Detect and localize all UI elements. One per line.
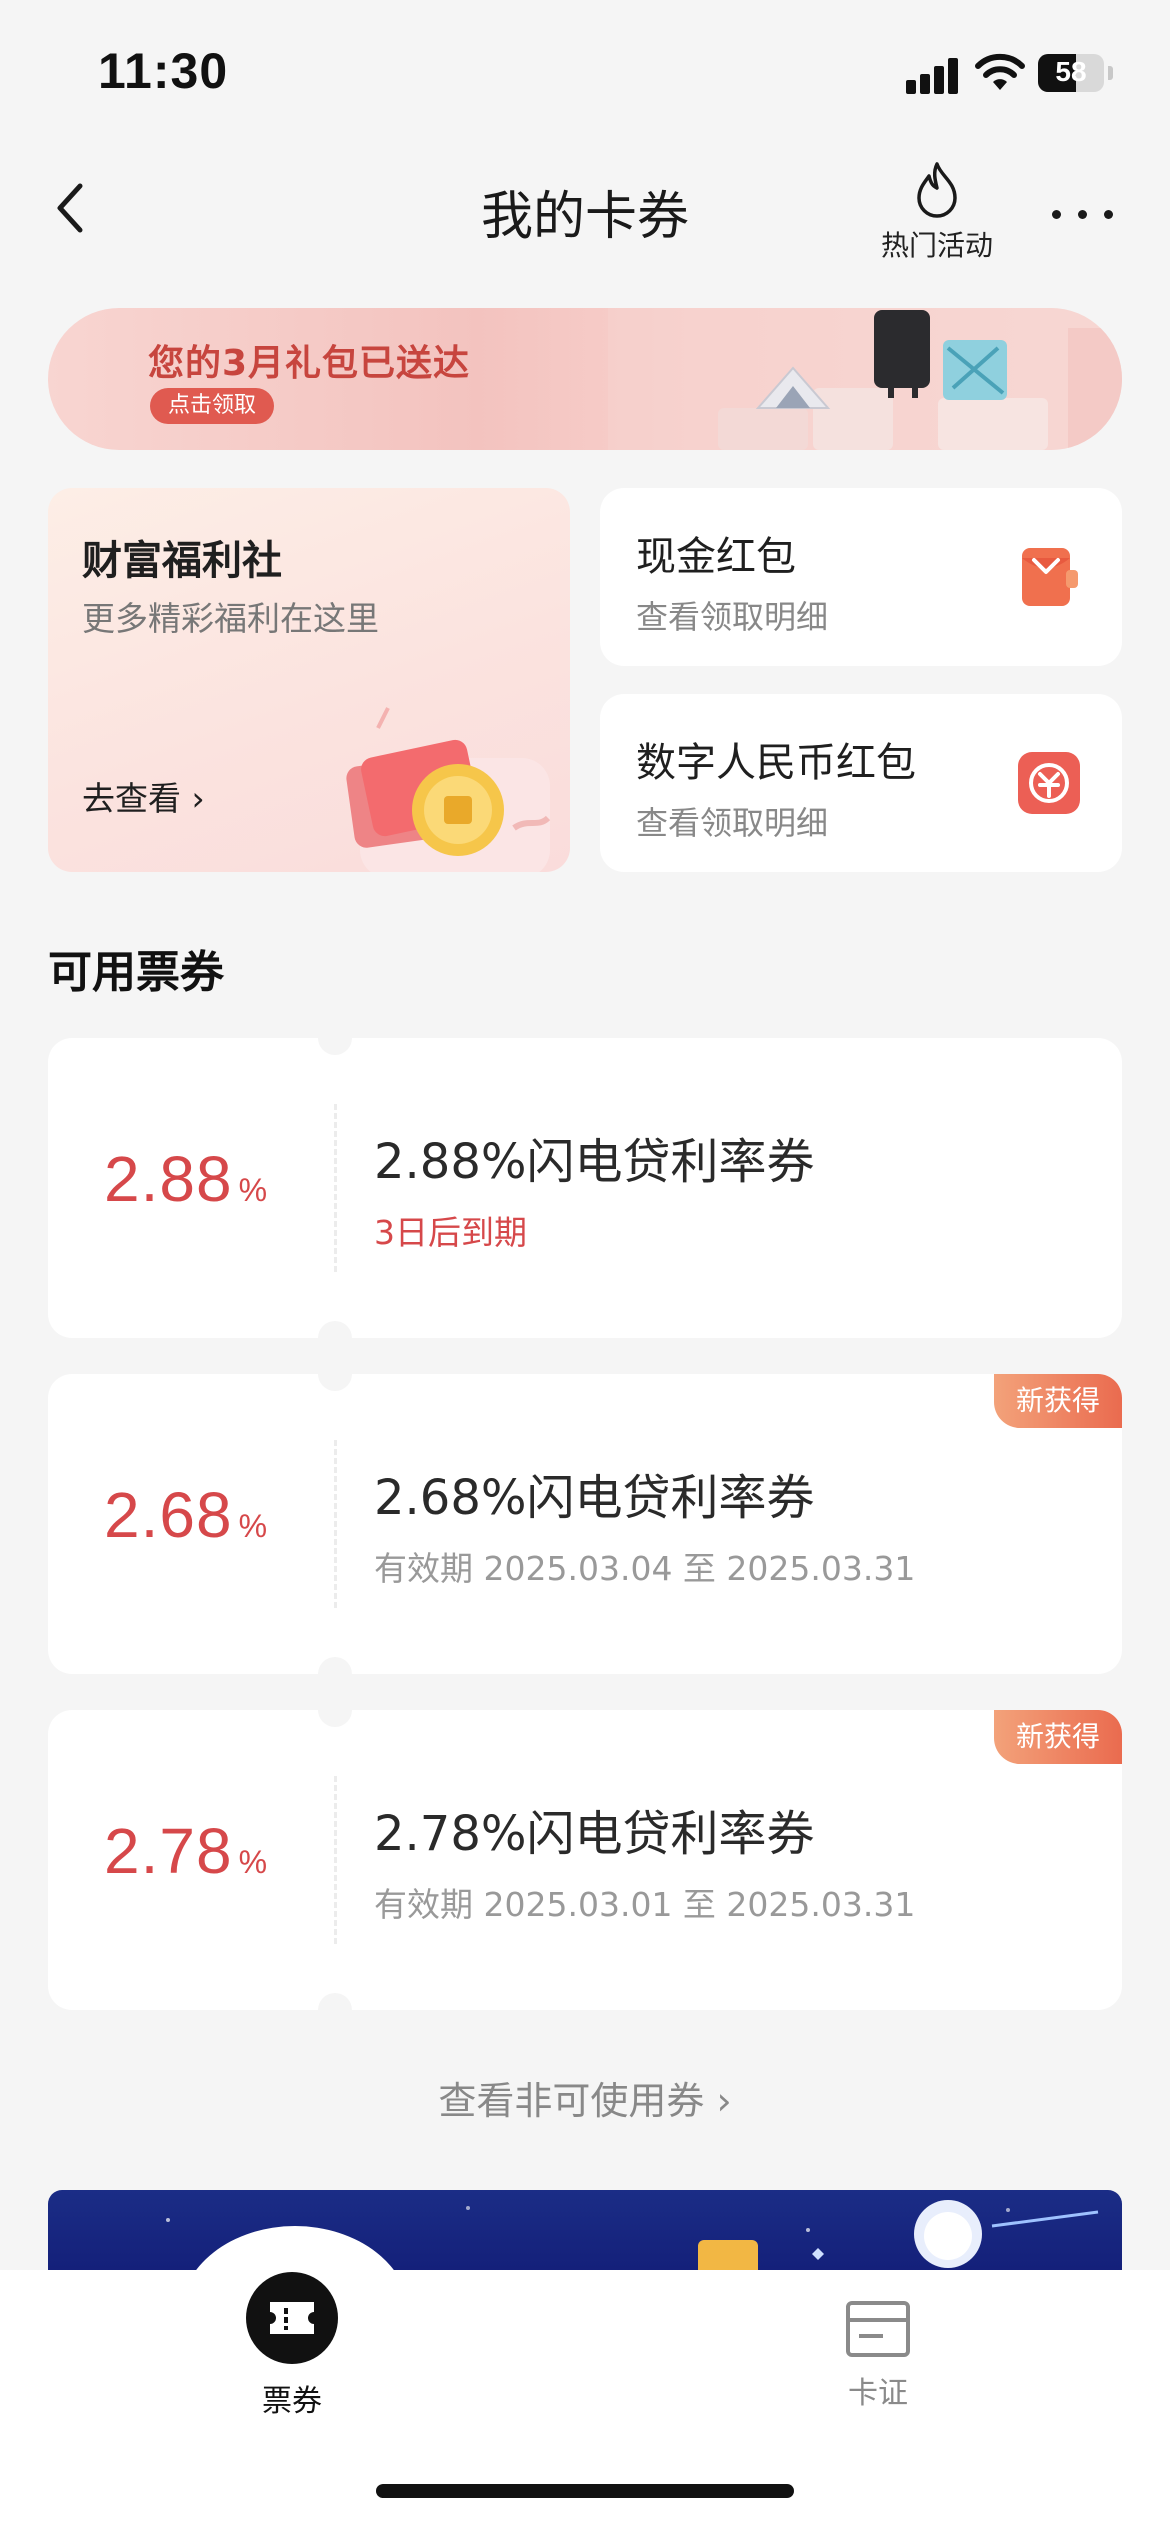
battery-cap (1108, 66, 1113, 80)
coupon-notch (318, 1657, 352, 1691)
status-time: 11:30 (98, 43, 229, 99)
coupon-name: 2.88%闪电贷利率券 (374, 1134, 815, 1190)
gift-illustration (608, 308, 1122, 450)
red-packet-icon (1022, 548, 1078, 606)
digital-rmb-red-packet-title: 数字人民币红包 (636, 740, 916, 786)
ticket-icon (246, 2272, 338, 2364)
welfare-subtitle: 更多精彩福利在这里 (82, 599, 379, 638)
tab-cards-label: 卡证 (848, 2376, 908, 2411)
promo-title: 您的3月礼包已送达 (148, 343, 471, 384)
digital-rmb-red-packet-card[interactable]: 数字人民币红包 查看领取明细 (600, 694, 1122, 872)
coupon-card[interactable]: 2.68% 2.68%闪电贷利率券 有效期 2025.03.04 至 2025.… (48, 1357, 1122, 1691)
tab-cards[interactable]: 卡证 (778, 2300, 978, 2412)
new-badge: 新获得 (993, 1710, 1122, 1764)
coupon-rate-unit: % (238, 1172, 268, 1208)
welfare-club-card[interactable]: 财富福利社 更多精彩福利在这里 去查看 › (48, 488, 570, 872)
cash-red-packet-card[interactable]: 现金红包 查看领取明细 (600, 488, 1122, 666)
coupon-divider (334, 1440, 337, 1608)
hot-activities-label: 热门活动 (880, 229, 993, 262)
digital-rmb-icon (1018, 752, 1080, 814)
coupon-rate-value: 2.78 (104, 1815, 233, 1887)
coupon-rate-value: 2.68 (104, 1479, 233, 1551)
coupon-notch (318, 1993, 352, 2027)
coupon-notch (318, 1321, 352, 1355)
coupon-name: 2.68%闪电贷利率券 (374, 1470, 815, 1526)
coupon-notch (318, 1357, 352, 1391)
coupon-rate: 2.78% (104, 1814, 267, 1888)
wifi-icon (975, 53, 1025, 90)
promo-banner[interactable]: 您的3月礼包已送达 点击领取 (48, 308, 1122, 450)
home-indicator (376, 2484, 794, 2498)
coupon-rate-value: 2.88 (104, 1143, 233, 1215)
coupon-card[interactable]: 2.78% 2.78%闪电贷利率券 有效期 2025.03.01 至 2025.… (48, 1693, 1122, 2027)
tab-tickets-label: 票券 (262, 2384, 322, 2419)
coupon-rate-unit: % (238, 1508, 268, 1544)
cash-red-packet-title: 现金红包 (636, 534, 796, 580)
coupon-card[interactable]: 2.88% 2.88%闪电贷利率券 3日后到期 (48, 1021, 1122, 1355)
nav-bar: 我的卡券 热门活动 (0, 140, 1170, 270)
signal-icon (906, 58, 960, 94)
promo-cta-button[interactable]: 点击领取 (150, 388, 275, 424)
battery-icon: 58 (1038, 54, 1104, 92)
coupon-notch (318, 1021, 352, 1055)
coupon-rate-unit: % (238, 1844, 268, 1880)
flame-icon (917, 162, 957, 218)
tab-tickets[interactable]: 票券 (192, 2270, 392, 2420)
coupon-divider (334, 1776, 337, 1944)
coupon-notch (318, 1693, 352, 1727)
welfare-view-link[interactable]: 去查看 › (82, 772, 205, 820)
section-title: 可用票券 (48, 947, 224, 998)
coupon-name: 2.78%闪电贷利率券 (374, 1806, 815, 1862)
coupon-validity: 有效期 2025.03.01 至 2025.03.31 (374, 1885, 916, 1924)
coupon-expiry: 3日后到期 (374, 1213, 527, 1252)
welfare-title: 财富福利社 (82, 538, 282, 584)
digital-rmb-red-packet-subtitle: 查看领取明细 (636, 804, 829, 842)
coin-wallet-illustration (346, 707, 551, 872)
coupon-validity: 有效期 2025.03.04 至 2025.03.31 (374, 1549, 916, 1588)
card-icon (846, 2301, 910, 2357)
coupon-rate: 2.68% (104, 1478, 267, 1552)
new-badge: 新获得 (993, 1374, 1122, 1428)
coupon-rate: 2.88% (104, 1142, 267, 1216)
battery-level: 58 (1055, 56, 1087, 87)
cash-red-packet-subtitle: 查看领取明细 (636, 598, 829, 636)
view-unusable-coupons-link[interactable]: 查看非可使用券 › (0, 2070, 1170, 2125)
more-icon[interactable] (1048, 200, 1118, 230)
status-bar: 11:30 58 (0, 0, 1170, 140)
coupon-divider (334, 1104, 337, 1272)
hot-activities-button[interactable]: 热门活动 (862, 160, 1012, 270)
